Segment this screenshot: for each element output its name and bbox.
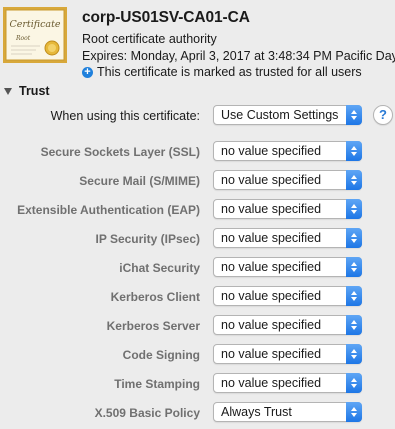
policy-value-kerberos-server: no value specified (221, 318, 322, 332)
stepper-arrows-icon (346, 344, 362, 364)
stepper-arrows-icon (346, 315, 362, 335)
stepper-arrows-icon (346, 228, 362, 248)
policy-row-smime: Secure Mail (S/MIME) no value specified (0, 170, 395, 192)
policy-value-ichat: no value specified (221, 260, 322, 274)
policy-label-ssl: Secure Sockets Layer (SSL) (40, 145, 200, 159)
policy-row-time-stamping: Time Stamping no value specified (0, 373, 395, 395)
certificate-icon-title: Certificate (9, 19, 60, 30)
disclosure-triangle-down-icon[interactable] (4, 88, 12, 95)
certificate-icon: Certificate Root (3, 7, 67, 63)
trust-section-toggle[interactable]: Trust (4, 84, 50, 98)
when-using-row: When using this certificate: Use Custom … (0, 105, 395, 127)
policy-select-kerberos-client[interactable]: no value specified (213, 286, 362, 306)
policy-select-code-signing[interactable]: no value specified (213, 344, 362, 364)
policy-value-ssl: no value specified (221, 144, 322, 158)
policy-label-x509-basic: X.509 Basic Policy (94, 406, 200, 420)
policy-select-ssl[interactable]: no value specified (213, 141, 362, 161)
policy-value-ipsec: no value specified (221, 231, 322, 245)
policy-label-ichat: iChat Security (119, 261, 200, 275)
policy-label-eap: Extensible Authentication (EAP) (17, 203, 200, 217)
plus-circle-icon: + (82, 66, 93, 78)
trusted-status: + This certificate is marked as trusted … (82, 65, 362, 79)
policy-select-smime[interactable]: no value specified (213, 170, 362, 190)
policy-row-kerberos-server: Kerberos Server no value specified (0, 315, 395, 337)
policy-select-x509-basic[interactable]: Always Trust (213, 402, 362, 422)
help-button[interactable]: ? (373, 105, 393, 125)
stepper-arrows-icon (346, 402, 362, 422)
policy-row-ssl: Secure Sockets Layer (SSL) no value spec… (0, 141, 395, 163)
certificate-subtitle: Root certificate authority (82, 32, 217, 46)
stepper-arrows-icon (346, 170, 362, 190)
certificate-expiry: Expires: Monday, April 3, 2017 at 3:48:3… (82, 49, 395, 63)
stepper-arrows-icon (346, 141, 362, 161)
when-using-select[interactable]: Use Custom Settings (213, 105, 362, 125)
policy-select-ichat[interactable]: no value specified (213, 257, 362, 277)
policy-row-x509-basic: X.509 Basic Policy Always Trust (0, 402, 395, 424)
policy-select-kerberos-server[interactable]: no value specified (213, 315, 362, 335)
certificate-icon-root: Root (15, 35, 31, 42)
policy-value-x509-basic: Always Trust (221, 405, 292, 419)
trusted-status-text: This certificate is marked as trusted fo… (97, 65, 362, 79)
policy-value-eap: no value specified (221, 202, 322, 216)
stepper-arrows-icon (346, 105, 362, 125)
policy-select-eap[interactable]: no value specified (213, 199, 362, 219)
stepper-arrows-icon (346, 286, 362, 306)
policy-label-code-signing: Code Signing (122, 348, 200, 362)
policy-row-eap: Extensible Authentication (EAP) no value… (0, 199, 395, 221)
trust-section-label: Trust (19, 84, 50, 98)
policy-value-kerberos-client: no value specified (221, 289, 322, 303)
stepper-arrows-icon (346, 257, 362, 277)
policy-value-smime: no value specified (221, 173, 322, 187)
policy-select-ipsec[interactable]: no value specified (213, 228, 362, 248)
policy-label-ipsec: IP Security (IPsec) (95, 232, 201, 246)
stepper-arrows-icon (346, 373, 362, 393)
when-using-value: Use Custom Settings (221, 108, 339, 122)
policy-row-ipsec: IP Security (IPsec) no value specified (0, 228, 395, 250)
policy-value-time-stamping: no value specified (221, 376, 322, 390)
policy-row-kerberos-client: Kerberos Client no value specified (0, 286, 395, 308)
policy-label-kerberos-server: Kerberos Server (106, 319, 200, 333)
policy-row-code-signing: Code Signing no value specified (0, 344, 395, 366)
when-using-label: When using this certificate: (50, 109, 200, 123)
certificate-title: corp-US01SV-CA01-CA (82, 9, 250, 26)
policy-select-time-stamping[interactable]: no value specified (213, 373, 362, 393)
policy-label-kerberos-client: Kerberos Client (110, 290, 200, 304)
policy-label-time-stamping: Time Stamping (114, 377, 200, 391)
policy-row-ichat: iChat Security no value specified (0, 257, 395, 279)
policy-label-smime: Secure Mail (S/MIME) (79, 174, 200, 188)
stepper-arrows-icon (346, 199, 362, 219)
policy-value-code-signing: no value specified (221, 347, 322, 361)
